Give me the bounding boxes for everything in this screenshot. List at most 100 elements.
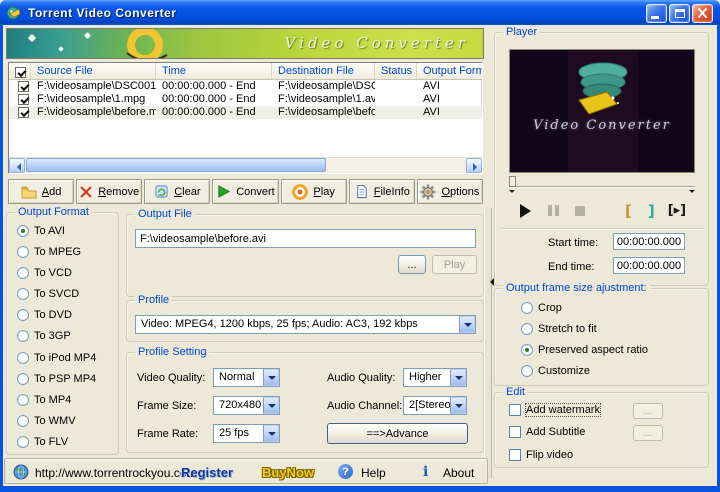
trim-end-marker (689, 190, 695, 196)
radio-to-mp4[interactable]: To MP4 (17, 393, 114, 406)
checkbox-icon (509, 426, 521, 438)
select-all-checkbox[interactable] (9, 63, 31, 79)
add-subtitle-checkbox[interactable]: Add Subtitle (509, 426, 585, 438)
row-checkbox[interactable] (9, 80, 31, 93)
radio-stretch-to-fit[interactable]: Stretch to fit (521, 323, 597, 335)
minimize-icon (651, 16, 659, 19)
play-output-button[interactable]: Play (432, 255, 477, 274)
radio-to-svcd[interactable]: To SVCD (17, 288, 114, 301)
fileinfo-button[interactable]: FileInfo (348, 179, 415, 204)
convert-button[interactable]: Convert (212, 179, 279, 204)
chevron-down-icon[interactable] (263, 397, 279, 414)
radio-to-mpeg[interactable]: To MPEG (17, 246, 114, 259)
radio-to-avi[interactable]: To AVI (17, 225, 114, 237)
end-time-field[interactable] (613, 257, 685, 274)
about-link[interactable]: About (443, 466, 474, 480)
radio-preserved-aspect-ratio[interactable]: Preserved aspect ratio (521, 344, 648, 356)
horizontal-scrollbar[interactable] (9, 157, 482, 173)
table-row[interactable]: F:\videosample\1.mpg 00:00:00.000 - End … (9, 93, 482, 106)
frame-size-select[interactable]: 720x480 (213, 396, 280, 415)
chevron-down-icon[interactable] (450, 397, 466, 414)
chevron-down-icon[interactable] (450, 369, 466, 386)
row-checkbox[interactable] (9, 106, 31, 119)
clear-button[interactable]: Clear (144, 179, 211, 204)
profile-select[interactable]: Video: MPEG4, 1200 kbps, 25 fps; Audio: … (135, 315, 476, 334)
radio-customize[interactable]: Customize (521, 365, 590, 377)
browse-output-button[interactable]: ... (398, 255, 426, 274)
output-format-title: Output Format (15, 206, 92, 218)
play-button[interactable]: Play (280, 179, 347, 204)
chevron-down-icon[interactable] (459, 316, 475, 333)
play-control-button[interactable] (515, 202, 537, 220)
profile-setting-title: Profile Setting (135, 346, 210, 358)
add-button[interactable]: Add (8, 179, 75, 204)
column-source-file[interactable]: Source File (31, 63, 156, 79)
document-icon (357, 184, 367, 199)
scrollbar-track[interactable] (25, 158, 466, 173)
app-icon (6, 6, 21, 19)
maximize-button[interactable] (669, 4, 690, 23)
remove-label: Remove (98, 185, 140, 198)
file-list-empty-area (9, 119, 482, 157)
video-quality-select[interactable]: Normal (213, 368, 280, 387)
frame-rate-select[interactable]: 25 fps (213, 424, 280, 443)
close-button[interactable] (692, 4, 713, 23)
radio-to-vcd[interactable]: To VCD (17, 267, 114, 280)
website-link[interactable]: http://www.torrentrockyou.com (35, 466, 196, 480)
column-status[interactable]: Status (375, 63, 417, 79)
panel-splitter[interactable] (484, 208, 494, 478)
output-file-input[interactable] (135, 229, 476, 248)
radio-crop[interactable]: Crop (521, 302, 562, 314)
start-time-field[interactable] (613, 233, 685, 250)
seek-slider[interactable] (509, 176, 695, 196)
radio-to-dvd[interactable]: To DVD (17, 309, 114, 322)
folder-icon (21, 186, 37, 198)
play-segment-button[interactable]: [▸] (668, 202, 686, 220)
remove-button[interactable]: Remove (76, 179, 143, 204)
radio-to-ipod-mp4[interactable]: To iPod MP4 (17, 351, 114, 364)
set-end-button[interactable]: ] (648, 202, 655, 220)
add-watermark-checkbox[interactable]: Add watermark (509, 403, 601, 417)
register-link[interactable]: Register (181, 465, 233, 480)
chevron-down-icon[interactable] (263, 425, 279, 442)
radio-to-3gp[interactable]: To 3GP (17, 330, 114, 343)
chevron-down-icon[interactable] (263, 369, 279, 386)
advance-button[interactable]: ==>Advance (327, 423, 468, 444)
audio-quality-select[interactable]: Higher (403, 368, 467, 387)
table-row[interactable]: F:\videosample\before.mp4 00:00:00.000 -… (9, 106, 482, 119)
help-link[interactable]: Help (361, 466, 386, 480)
stop-control-button[interactable] (569, 202, 591, 220)
scroll-left-button[interactable] (9, 158, 25, 173)
column-destination-file[interactable]: Destination File (272, 63, 375, 79)
watermark-browse-button[interactable]: ... (633, 403, 663, 419)
video-preview: Video Converter (509, 49, 695, 173)
pause-control-button[interactable] (543, 202, 565, 220)
scrollbar-thumb[interactable] (26, 158, 326, 172)
options-button[interactable]: Options (416, 179, 483, 204)
audio-channel-select[interactable]: 2[Stereo] (403, 396, 467, 415)
radio-to-flv[interactable]: To FLV (17, 435, 114, 448)
set-start-button[interactable]: [ (625, 202, 632, 220)
window-title: Torrent Video Converter (28, 5, 177, 20)
column-time[interactable]: Time (156, 63, 272, 79)
buynow-link[interactable]: BuyNow (262, 465, 314, 480)
radio-label: To SVCD (34, 288, 80, 301)
slider-thumb[interactable] (509, 176, 516, 187)
radio-to-wmv[interactable]: To WMV (17, 414, 114, 427)
play-label: Play (313, 185, 335, 198)
flip-video-checkbox[interactable]: Flip video (509, 449, 573, 461)
minimize-button[interactable] (646, 4, 667, 23)
column-output-format[interactable]: Output Format (417, 63, 482, 79)
edit-group: Edit Add watermark ... Add Subtitle ... … (494, 386, 709, 468)
divider (501, 228, 703, 230)
row-checkbox[interactable] (9, 93, 31, 106)
table-row[interactable]: F:\videosample\DSC00161.3( 00:00:00.000 … (9, 80, 482, 93)
frame-adjust-group: Output frame size ajustment: Crop Stretc… (494, 282, 709, 386)
toolbar: Add Remove Clear Convert Play FileInfo O… (8, 179, 483, 204)
profile-group: Profile Video: MPEG4, 1200 kbps, 25 fps;… (126, 294, 484, 342)
options-label: Options (441, 185, 480, 198)
subtitle-browse-button[interactable]: ... (633, 425, 663, 441)
scroll-right-button[interactable] (466, 158, 482, 173)
radio-label: To VCD (34, 267, 72, 280)
radio-to-psp-mp4[interactable]: To PSP MP4 (17, 372, 114, 385)
